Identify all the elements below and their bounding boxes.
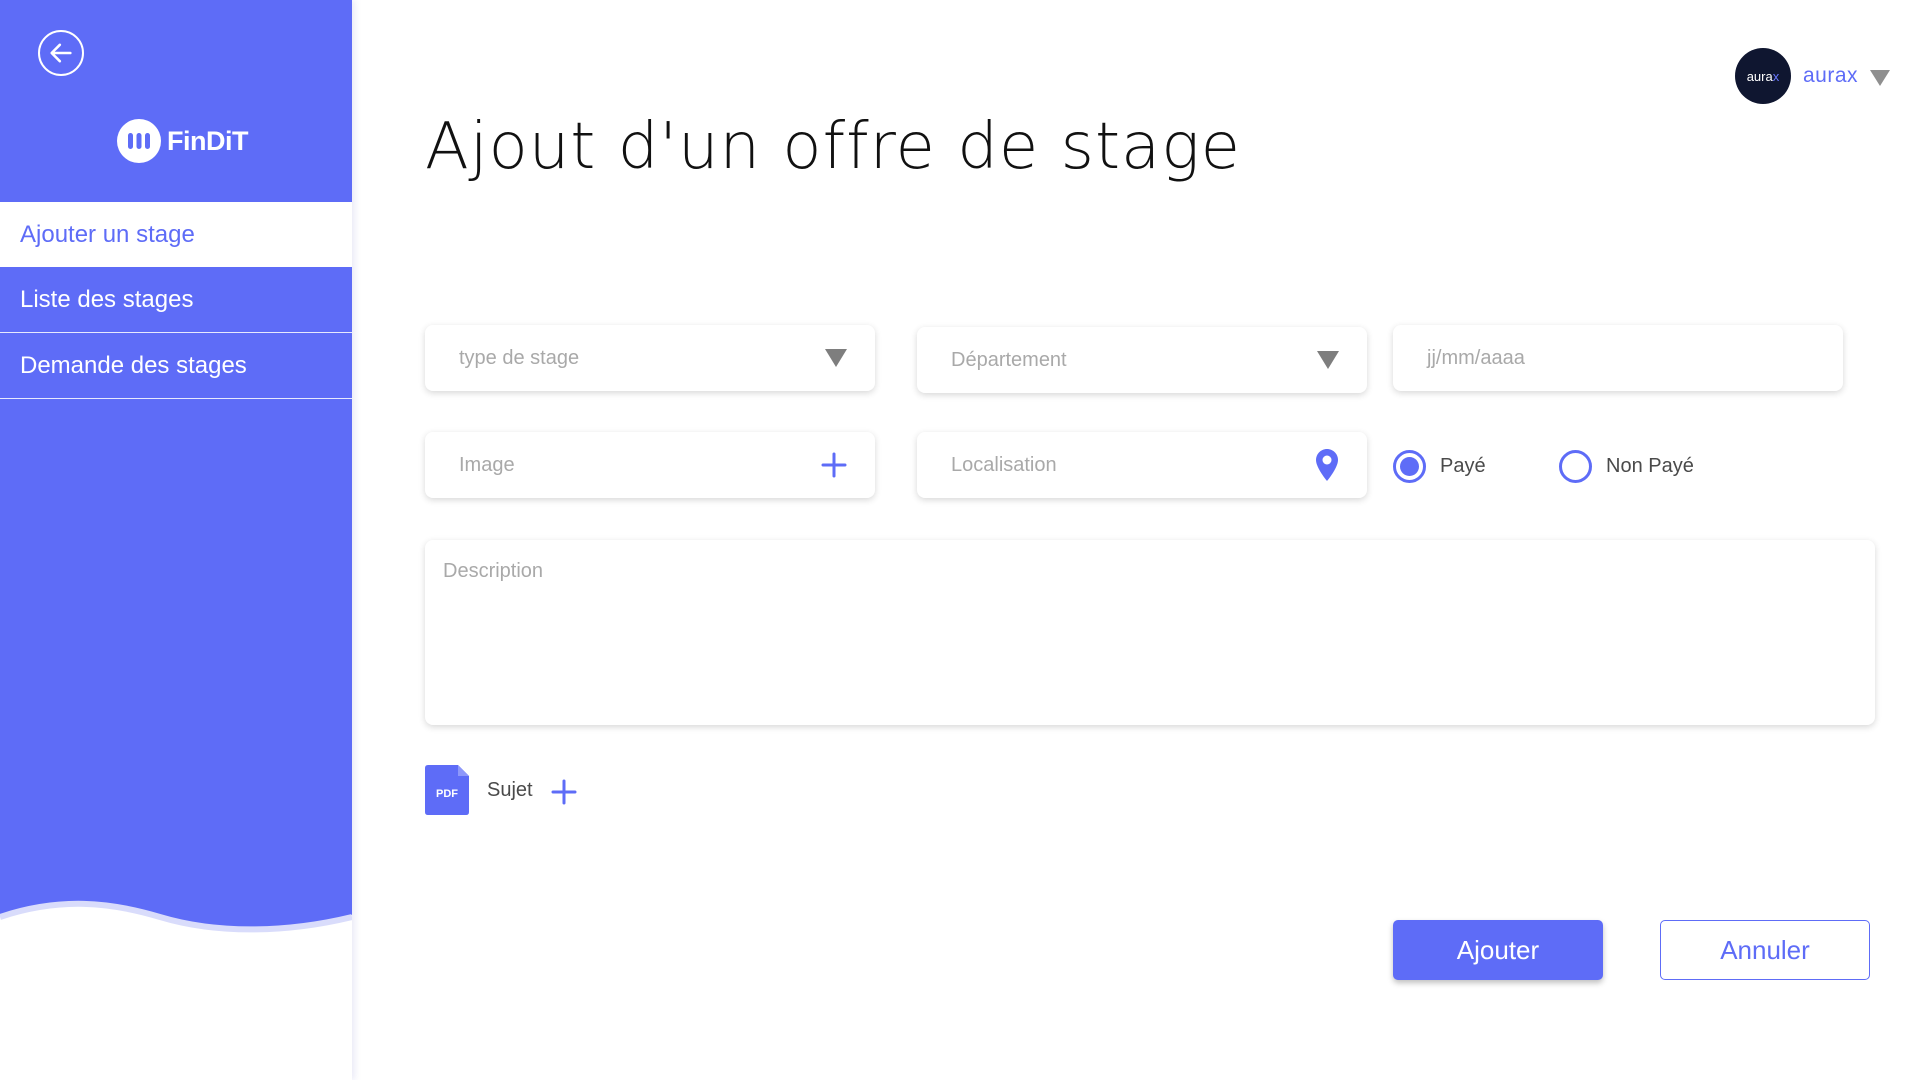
cancel-button[interactable]: Annuler bbox=[1660, 920, 1870, 980]
submit-button[interactable]: Ajouter bbox=[1393, 920, 1603, 980]
sidebar-item-label: Demande des stages bbox=[20, 352, 247, 379]
back-button[interactable] bbox=[38, 30, 84, 76]
sidebar-item-demande-stages[interactable]: Demande des stages bbox=[0, 334, 352, 399]
avatar-accent-text: x bbox=[1772, 68, 1780, 84]
radio-label: Payé bbox=[1440, 455, 1486, 477]
dropdown-arrow-icon[interactable] bbox=[1317, 351, 1339, 369]
pdf-file-type: PDF bbox=[436, 788, 458, 800]
location-placeholder: Localisation bbox=[951, 453, 1057, 476]
sidebar-item-ajouter-stage[interactable]: Ajouter un stage bbox=[0, 202, 352, 267]
type-stage-select[interactable]: type de stage bbox=[425, 325, 875, 391]
radio-paye[interactable]: Payé bbox=[1393, 450, 1486, 483]
sidebar-item-label: Liste des stages bbox=[20, 286, 194, 313]
location-pin-icon[interactable] bbox=[1315, 448, 1339, 482]
sidebar-item-label: Ajouter un stage bbox=[20, 220, 195, 248]
plus-icon[interactable] bbox=[551, 779, 577, 805]
subject-label: Sujet bbox=[487, 778, 533, 801]
arrow-left-icon bbox=[50, 43, 72, 63]
radio-button[interactable] bbox=[1559, 450, 1592, 483]
image-upload-field[interactable]: Image bbox=[425, 432, 875, 498]
description-placeholder: Description bbox=[443, 560, 544, 582]
image-placeholder: Image bbox=[459, 453, 515, 476]
date-placeholder: jj/mm/aaaa bbox=[1427, 346, 1525, 369]
radio-dot bbox=[1400, 457, 1419, 476]
user-name: aurax bbox=[1802, 64, 1858, 87]
page-title: Ajout d'un offre de stage bbox=[425, 110, 1242, 184]
user-menu[interactable]: aura x aurax bbox=[1734, 48, 1890, 104]
date-input[interactable]: jj/mm/aaaa bbox=[1393, 325, 1843, 391]
caret-down-icon[interactable] bbox=[1870, 70, 1890, 86]
plus-icon[interactable] bbox=[821, 452, 847, 478]
type-stage-placeholder: type de stage bbox=[459, 346, 580, 369]
logo-mark-icon bbox=[117, 119, 161, 163]
location-input[interactable]: Localisation bbox=[917, 432, 1367, 498]
dropdown-arrow-icon[interactable] bbox=[825, 349, 847, 367]
logo-text: FinDiT bbox=[167, 125, 248, 156]
department-placeholder: Département bbox=[951, 348, 1067, 371]
sidebar: FinDiT Ajouter un stage Liste des stages… bbox=[0, 0, 352, 1080]
description-textarea[interactable]: Description bbox=[425, 540, 1875, 725]
department-select[interactable]: Département bbox=[917, 327, 1367, 393]
radio-label: Non Payé bbox=[1606, 455, 1694, 477]
pdf-file-icon: PDF bbox=[425, 765, 469, 815]
radio-button-selected[interactable] bbox=[1393, 450, 1426, 483]
radio-non-paye[interactable]: Non Payé bbox=[1559, 450, 1694, 483]
app-logo: FinDiT bbox=[117, 119, 248, 163]
subject-upload[interactable]: PDF Sujet bbox=[425, 765, 577, 815]
avatar-text: aura bbox=[1746, 68, 1773, 84]
sidebar-item-liste-stages[interactable]: Liste des stages bbox=[0, 268, 352, 333]
sidebar-wave-decoration bbox=[0, 900, 352, 955]
avatar: aura x bbox=[1734, 48, 1791, 104]
